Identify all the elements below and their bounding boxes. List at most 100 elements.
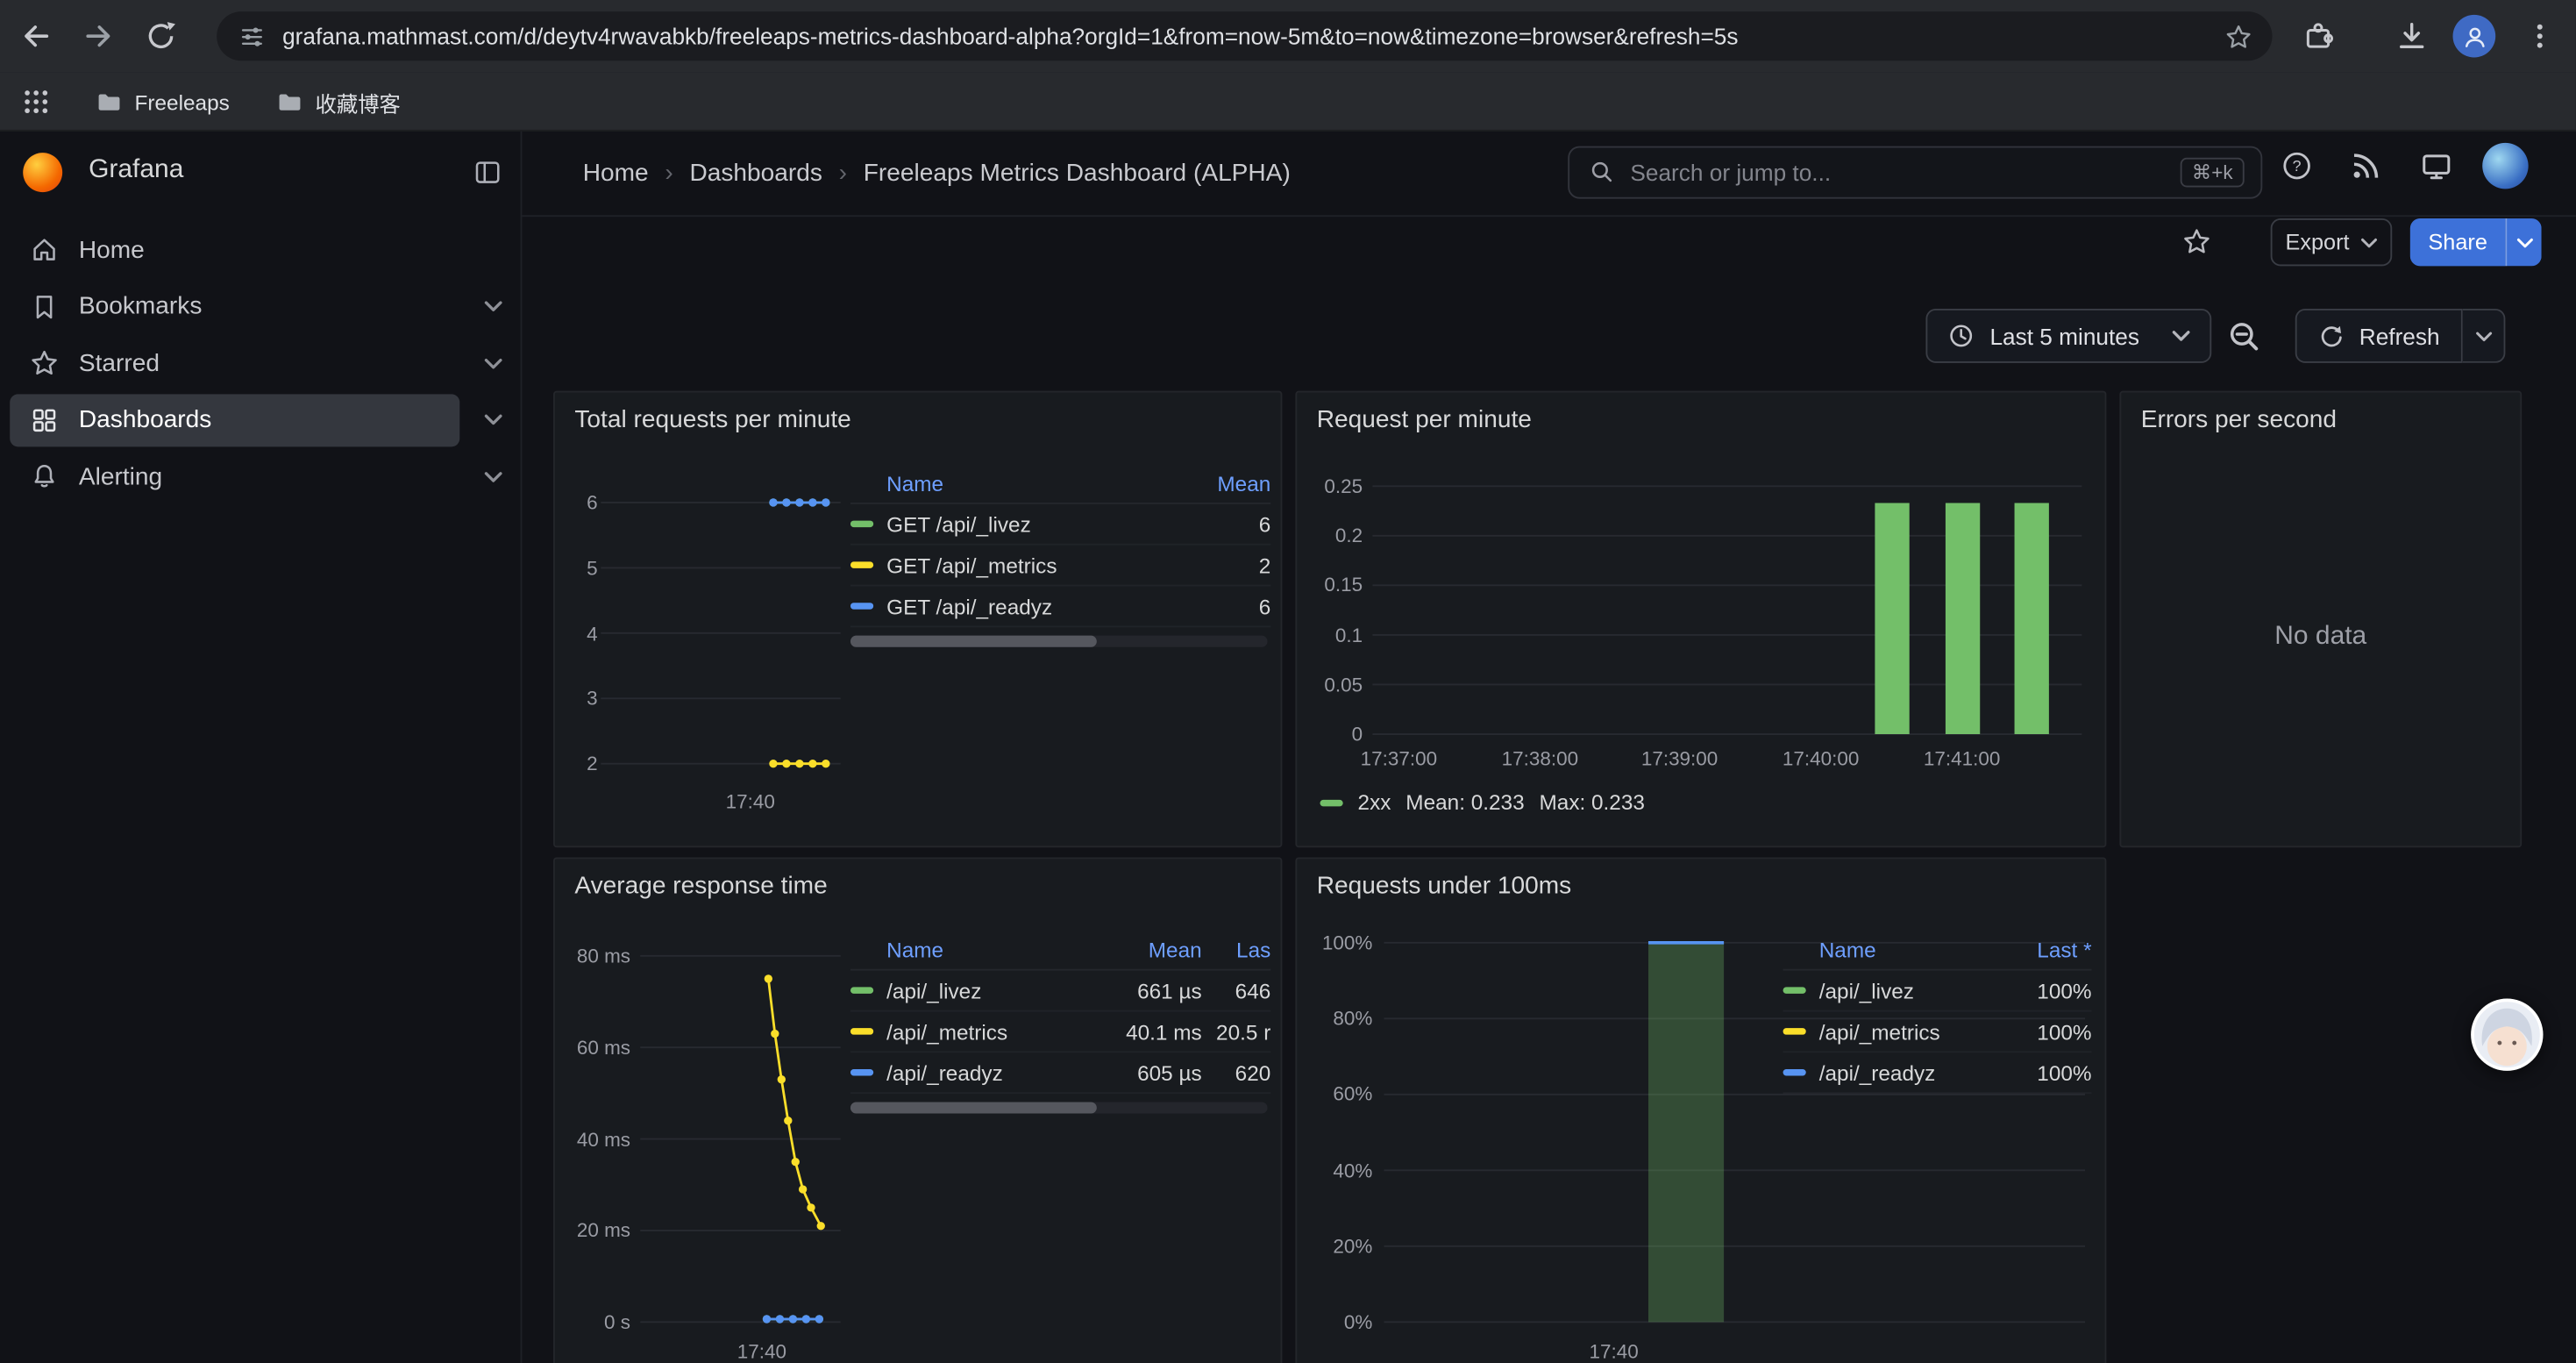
bookmarks-bar: Freeleaps 收藏博客 bbox=[0, 72, 2576, 131]
series-color-dash bbox=[850, 521, 873, 527]
sidebar-item-alerting[interactable]: Alerting bbox=[0, 448, 522, 505]
breadcrumb-separator bbox=[839, 160, 847, 188]
user-avatar[interactable] bbox=[2482, 143, 2528, 189]
series-name[interactable]: /api/_metrics bbox=[886, 1019, 1007, 1044]
favorite-dashboard-star-icon[interactable] bbox=[2182, 226, 2212, 256]
grafana-logo[interactable] bbox=[23, 153, 62, 192]
y-tick: 20 ms bbox=[561, 1218, 630, 1241]
legend-col-last[interactable]: Last * bbox=[2000, 938, 2092, 962]
apps-grid-icon[interactable] bbox=[19, 85, 52, 118]
back-icon[interactable] bbox=[19, 19, 52, 52]
time-range-picker[interactable]: Last 5 minutes bbox=[1925, 309, 2211, 363]
series-mean-stat: Mean: 0.233 bbox=[1405, 790, 1524, 815]
bookmark-icon bbox=[30, 292, 60, 322]
legend-col-name[interactable]: Name bbox=[1819, 938, 2000, 962]
screen: grafana.mathmast.com/d/deytv4rwavabkb/fr… bbox=[0, 0, 2576, 1363]
chevron-down-icon[interactable] bbox=[484, 358, 502, 369]
y-tick: 0.15 bbox=[1304, 574, 1363, 596]
refresh-interval-dropdown[interactable] bbox=[2463, 309, 2506, 363]
legend-inline: 2xx Mean: 0.233 Max: 0.233 bbox=[1320, 790, 1644, 815]
legend-scrollbar-thumb[interactable] bbox=[850, 636, 1097, 647]
y-tick: 2 bbox=[561, 753, 597, 775]
legend-col-mean[interactable]: Mean bbox=[1084, 938, 1202, 962]
collapse-sidebar-icon[interactable] bbox=[473, 158, 502, 188]
no-data-message: No data bbox=[2121, 623, 2520, 653]
refresh-button[interactable]: Refresh bbox=[2295, 309, 2463, 363]
x-tick: 17:40 bbox=[711, 790, 790, 813]
reload-icon[interactable] bbox=[145, 19, 177, 52]
chevron-down-icon[interactable] bbox=[484, 301, 502, 312]
series-name[interactable]: GET /api/_metrics bbox=[886, 553, 1057, 577]
series-mean: 661 µs bbox=[1084, 978, 1202, 1003]
series-name[interactable]: /api/_livez bbox=[886, 978, 981, 1003]
share-button[interactable]: Share bbox=[2410, 218, 2506, 266]
breadcrumb-dashboards[interactable]: Dashboards bbox=[689, 160, 822, 188]
chevron-down-icon bbox=[2516, 238, 2533, 247]
series-last: 20.5 r bbox=[1202, 1019, 1271, 1044]
x-tick: 17:40 bbox=[1575, 1340, 1654, 1363]
series-name[interactable]: /api/_readyz bbox=[886, 1060, 1003, 1085]
chevron-down-icon[interactable] bbox=[484, 471, 502, 482]
breadcrumb-home[interactable]: Home bbox=[583, 160, 649, 188]
url-bar[interactable]: grafana.mathmast.com/d/deytv4rwavabkb/fr… bbox=[217, 11, 2272, 61]
forward-icon[interactable] bbox=[82, 19, 115, 52]
search-shortcut-hint: ⌘+k bbox=[2181, 158, 2245, 188]
sidebar-nav: Home Bookmarks Starred Dashboards bbox=[0, 222, 522, 505]
browser-profile-avatar[interactable] bbox=[2453, 15, 2496, 58]
search-input[interactable] bbox=[1630, 160, 2165, 186]
zoom-out-time-icon[interactable] bbox=[2226, 318, 2262, 354]
y-tick: 60 ms bbox=[561, 1037, 630, 1060]
bookmark-folder-freeleaps[interactable]: Freeleaps bbox=[96, 72, 230, 131]
legend-row: GET /api/_metrics 2 bbox=[850, 546, 1270, 587]
series-color-dash bbox=[1783, 1028, 1806, 1034]
export-button[interactable]: Export bbox=[2271, 218, 2393, 266]
series-max-stat: Max: 0.233 bbox=[1539, 790, 1644, 815]
series-last: 100% bbox=[2000, 1019, 2092, 1044]
series-name[interactable]: /api/_livez bbox=[1819, 978, 1914, 1003]
legend-scrollbar-track bbox=[850, 636, 1268, 647]
x-tick: 17:40 bbox=[722, 1340, 801, 1363]
folder-icon bbox=[96, 88, 124, 116]
series-name[interactable]: GET /api/_readyz bbox=[886, 594, 1052, 618]
legend-col-name[interactable]: Name bbox=[886, 471, 1189, 496]
series-name[interactable]: 2xx bbox=[1358, 790, 1391, 815]
series-last: 100% bbox=[2000, 978, 2092, 1003]
series-color-dash bbox=[850, 561, 873, 567]
series-name[interactable]: /api/_readyz bbox=[1819, 1060, 1936, 1085]
legend-col-mean[interactable]: Mean bbox=[1189, 471, 1271, 496]
chevron-down-icon bbox=[2172, 330, 2190, 341]
sidebar-item-starred[interactable]: Starred bbox=[0, 335, 522, 392]
news-rss-icon[interactable] bbox=[2350, 149, 2382, 182]
search-icon bbox=[1590, 160, 1616, 186]
legend-row: /api/_readyz 605 µs 620 bbox=[850, 1053, 1270, 1094]
bookmark-star-icon[interactable] bbox=[2224, 22, 2252, 50]
sidebar-item-bookmarks[interactable]: Bookmarks bbox=[0, 278, 522, 335]
floating-assistant-avatar[interactable] bbox=[2471, 998, 2543, 1070]
legend-col-last[interactable]: Las bbox=[1202, 938, 1271, 962]
chevron-down-icon[interactable] bbox=[484, 414, 502, 425]
series-color-dash bbox=[1783, 987, 1806, 993]
legend-row: GET /api/_livez 6 bbox=[850, 504, 1270, 546]
extensions-icon[interactable] bbox=[2302, 19, 2334, 52]
series-mean: 605 µs bbox=[1084, 1060, 1202, 1085]
browser-menu-icon[interactable] bbox=[2523, 19, 2556, 52]
y-tick: 80% bbox=[1304, 1007, 1373, 1030]
series-mean: 6 bbox=[1189, 594, 1271, 618]
home-icon bbox=[30, 235, 60, 265]
downloads-icon[interactable] bbox=[2395, 19, 2428, 52]
help-icon[interactable] bbox=[2281, 149, 2313, 182]
sidebar-item-home[interactable]: Home bbox=[0, 222, 522, 279]
site-settings-icon[interactable] bbox=[238, 22, 267, 50]
series-name[interactable]: /api/_metrics bbox=[1819, 1019, 1940, 1044]
url-text[interactable]: grafana.mathmast.com/d/deytv4rwavabkb/fr… bbox=[282, 23, 2208, 49]
search-bar[interactable]: ⌘+k bbox=[1568, 146, 2262, 199]
sidebar-item-dashboards[interactable]: Dashboards bbox=[0, 392, 522, 449]
panel-title[interactable]: Errors per second bbox=[2141, 406, 2337, 434]
series-name[interactable]: GET /api/_livez bbox=[886, 511, 1031, 536]
share-dropdown-button[interactable] bbox=[2505, 218, 2541, 266]
legend-scrollbar-thumb[interactable] bbox=[850, 1102, 1097, 1113]
kiosk-monitor-icon[interactable] bbox=[2420, 149, 2452, 182]
legend-col-name[interactable]: Name bbox=[886, 938, 1084, 962]
y-tick: 40 ms bbox=[561, 1128, 630, 1151]
bookmark-folder-blogs[interactable]: 收藏博客 bbox=[276, 72, 401, 131]
